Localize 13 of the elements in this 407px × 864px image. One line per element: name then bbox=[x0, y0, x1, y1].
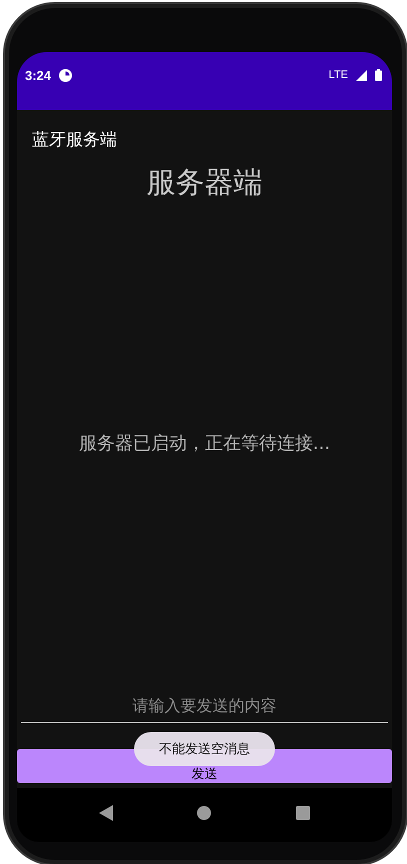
status-time: 3:24 bbox=[25, 68, 52, 83]
toast-message: 不能发送空消息 bbox=[134, 732, 275, 766]
recents-icon[interactable] bbox=[296, 806, 310, 820]
network-type: LTE bbox=[328, 68, 348, 82]
app-title: 蓝牙服务端 bbox=[31, 129, 118, 151]
battery-icon bbox=[375, 69, 382, 81]
message-input[interactable]: 请输入要发送的内容 bbox=[21, 694, 388, 723]
status-message: 服务器已启动，正在等待连接... bbox=[78, 432, 330, 455]
notification-icon bbox=[59, 69, 72, 82]
back-icon[interactable] bbox=[99, 805, 114, 821]
page-heading: 服务器端 bbox=[146, 164, 262, 201]
home-icon[interactable] bbox=[197, 806, 212, 820]
signal-icon bbox=[356, 70, 367, 81]
